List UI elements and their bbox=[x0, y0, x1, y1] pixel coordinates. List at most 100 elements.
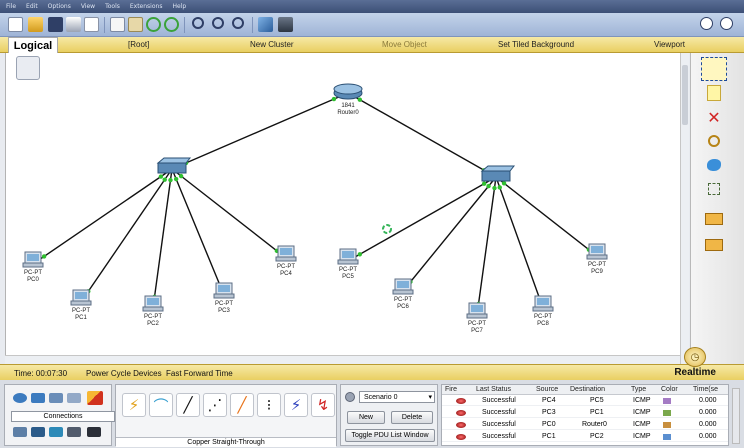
ethernet-link bbox=[171, 168, 287, 259]
security-category-icon[interactable] bbox=[31, 427, 45, 437]
serial-dce-icon[interactable]: ↯ bbox=[311, 393, 335, 417]
link-status-light bbox=[173, 176, 179, 182]
pc-icon[interactable] bbox=[142, 295, 164, 312]
select-tool-icon[interactable] bbox=[701, 57, 727, 81]
pc-icon[interactable] bbox=[70, 289, 92, 306]
pdu-list-scrollbar[interactable] bbox=[732, 388, 740, 444]
pdu-row[interactable]: Successful PC3 PC1 ICMP 0.000 bbox=[442, 408, 728, 418]
copper-cross-over-icon[interactable]: ⋰ bbox=[203, 393, 227, 417]
switch-icon[interactable] bbox=[480, 165, 516, 182]
navigation-icon[interactable] bbox=[16, 56, 40, 80]
wireless-category-icon[interactable] bbox=[67, 393, 81, 403]
switches-category-icon[interactable] bbox=[31, 393, 45, 403]
router-icon[interactable] bbox=[333, 83, 363, 100]
pdu-row[interactable]: Successful PC1 PC2 ICMP 0.000 bbox=[442, 432, 728, 442]
tab-logical[interactable]: Logical bbox=[8, 37, 58, 53]
scenario-dropdown[interactable]: Scenario 0 bbox=[359, 391, 435, 403]
drawing-palette-icon[interactable] bbox=[258, 17, 273, 32]
print-icon[interactable] bbox=[66, 17, 81, 32]
coaxial-cable-icon[interactable]: ⚡ bbox=[284, 393, 308, 417]
zoom-out-icon[interactable] bbox=[232, 17, 244, 29]
routers-category-icon[interactable] bbox=[13, 393, 27, 403]
toggle-pdu-list-button[interactable]: Toggle PDU List Window bbox=[345, 429, 435, 442]
automatic-connection-icon[interactable]: ⚡ bbox=[122, 393, 146, 417]
fire-indicator-icon[interactable] bbox=[456, 422, 466, 428]
fire-indicator-icon[interactable] bbox=[456, 410, 466, 416]
network-nodes: 1841Router0PC-PTPC0PC-PTPC1 PC-PTPC2PC-PT… bbox=[22, 83, 608, 334]
menu-tools[interactable]: Tools bbox=[105, 3, 120, 10]
fire-indicator-icon[interactable] bbox=[456, 398, 466, 404]
move-object-button[interactable]: Move Object bbox=[382, 40, 427, 49]
scrollbar-thumb[interactable] bbox=[682, 65, 688, 125]
resize-shape-tool-icon[interactable] bbox=[701, 177, 727, 201]
connections-category-icon[interactable] bbox=[87, 391, 103, 405]
undo-icon[interactable] bbox=[146, 17, 161, 32]
fire-indicator-icon[interactable] bbox=[456, 434, 466, 440]
multiuser-category-icon[interactable] bbox=[87, 427, 101, 437]
menu-file[interactable]: File bbox=[6, 3, 16, 10]
viewport-button[interactable]: Viewport bbox=[654, 40, 685, 49]
note-tool-icon[interactable] bbox=[701, 81, 727, 105]
custom-devices-category-icon[interactable] bbox=[67, 427, 81, 437]
pc-screen bbox=[342, 251, 354, 258]
root-label[interactable]: [Root] bbox=[128, 40, 149, 49]
pdu-color-swatch bbox=[663, 398, 671, 404]
workspace-vertical-scrollbar[interactable] bbox=[680, 53, 689, 364]
fiber-cable-icon[interactable]: ╱ bbox=[230, 393, 254, 417]
pdu-row[interactable]: Successful PC0 Router0 ICMP 0.000 bbox=[442, 420, 728, 430]
pc-icon[interactable] bbox=[337, 248, 359, 265]
column-header-time: Time(se bbox=[693, 386, 719, 393]
copper-straight-through-icon[interactable]: ╱ bbox=[176, 393, 200, 417]
pc-icon[interactable] bbox=[213, 282, 235, 299]
draw-shape-tool-icon[interactable] bbox=[701, 153, 727, 177]
pc-name-label: PC7 bbox=[471, 328, 483, 334]
inspect-tool-icon[interactable] bbox=[701, 129, 727, 153]
add-simple-pdu-icon[interactable] bbox=[701, 207, 727, 231]
zoom-reset-icon[interactable] bbox=[212, 17, 224, 29]
router-top bbox=[333, 83, 363, 95]
end-devices-category-icon[interactable] bbox=[13, 427, 27, 437]
wan-emulation-category-icon[interactable] bbox=[49, 427, 63, 437]
logical-workspace[interactable]: 1841 Router0 PC-PT PC0 PC-PT PC1 PC-PT PC2 PC-PT… bbox=[5, 53, 680, 355]
switch-icon[interactable] bbox=[156, 157, 192, 174]
fast-forward-time-button[interactable]: Fast Forward Time bbox=[166, 369, 233, 378]
delete-scenario-button[interactable]: Delete bbox=[391, 411, 433, 424]
new-cluster-button[interactable]: New Cluster bbox=[250, 40, 294, 49]
pc-icon[interactable] bbox=[532, 295, 554, 312]
activity-wizard-icon[interactable] bbox=[84, 17, 99, 32]
menu-view[interactable]: View bbox=[81, 3, 95, 10]
realtime-mode-tab[interactable]: Realtime bbox=[674, 367, 716, 378]
zoom-in-icon[interactable] bbox=[192, 17, 204, 29]
redo-icon[interactable] bbox=[164, 17, 179, 32]
save-icon[interactable] bbox=[48, 17, 63, 32]
new-scenario-button[interactable]: New bbox=[347, 411, 385, 424]
menu-edit[interactable]: Edit bbox=[26, 3, 38, 10]
workspace-horizontal-scrollbar[interactable] bbox=[5, 355, 680, 364]
pdu-row[interactable]: Successful PC4 PC5 ICMP 0.000 bbox=[442, 396, 728, 406]
new-file-icon[interactable] bbox=[8, 17, 23, 32]
open-folder-icon[interactable] bbox=[28, 17, 43, 32]
pc-icon[interactable] bbox=[22, 251, 44, 268]
pc-name-label: PC4 bbox=[280, 271, 292, 277]
phone-cable-icon[interactable]: ⁝ bbox=[257, 393, 281, 417]
help-question-icon[interactable] bbox=[720, 17, 733, 30]
pc-icon[interactable] bbox=[275, 245, 297, 262]
delete-tool-icon[interactable]: ✕ bbox=[701, 105, 727, 129]
menu-extensions[interactable]: Extensions bbox=[130, 3, 163, 10]
copy-icon[interactable] bbox=[110, 17, 125, 32]
custom-devices-icon[interactable] bbox=[278, 17, 293, 32]
pc-model-label: PC-PT bbox=[468, 321, 486, 327]
realtime-clock-icon[interactable]: ◷ bbox=[684, 347, 706, 367]
info-icon[interactable] bbox=[700, 17, 713, 30]
menu-options[interactable]: Options bbox=[48, 3, 71, 10]
add-complex-pdu-icon[interactable] bbox=[701, 233, 727, 257]
set-tiled-background-button[interactable]: Set Tiled Background bbox=[498, 40, 574, 49]
paste-icon[interactable] bbox=[128, 17, 143, 32]
power-cycle-devices-button[interactable]: Power Cycle Devices bbox=[86, 369, 162, 378]
pc-icon[interactable] bbox=[586, 243, 608, 260]
hubs-category-icon[interactable] bbox=[49, 393, 63, 403]
pc-icon[interactable] bbox=[392, 278, 414, 295]
pc-icon[interactable] bbox=[466, 302, 488, 319]
console-cable-icon[interactable]: ⌒ bbox=[149, 393, 173, 417]
menu-help[interactable]: Help bbox=[172, 3, 186, 10]
